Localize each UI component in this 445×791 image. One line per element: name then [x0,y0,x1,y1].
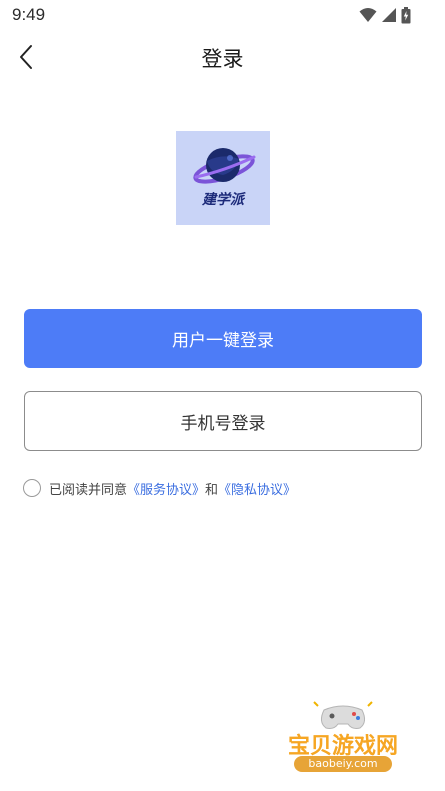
one-click-login-button[interactable]: 用户一键登录 [24,309,422,368]
agreement-row: 已阅读并同意 《服务协议》 和 《隐私协议》 [23,477,296,499]
battery-icon [401,6,411,24]
privacy-agreement-link[interactable]: 《隐私协议》 [218,479,296,498]
phone-login-button[interactable]: 手机号登录 [24,391,422,451]
agreement-conjunction: 和 [205,482,219,498]
agreement-prefix: 已阅读并同意 [49,482,128,498]
app-logo: 建学派 [176,131,270,225]
nav-bar: 登录 [0,34,445,80]
status-icons [359,6,411,24]
watermark-url: baobeiy.com [294,756,392,772]
logo-text: 建学派 [202,192,244,208]
service-agreement-link[interactable]: 《服务协议》 [127,479,205,498]
watermark: 宝贝游戏网 baobeiy.com [268,700,418,786]
page-title: 登录 [201,47,244,71]
signal-icon [381,7,397,23]
wifi-icon [359,7,377,23]
planet-icon [193,148,256,184]
agree-checkbox[interactable] [23,479,41,497]
status-time: 9:49 [12,5,46,24]
status-bar: 9:49 [0,0,445,30]
